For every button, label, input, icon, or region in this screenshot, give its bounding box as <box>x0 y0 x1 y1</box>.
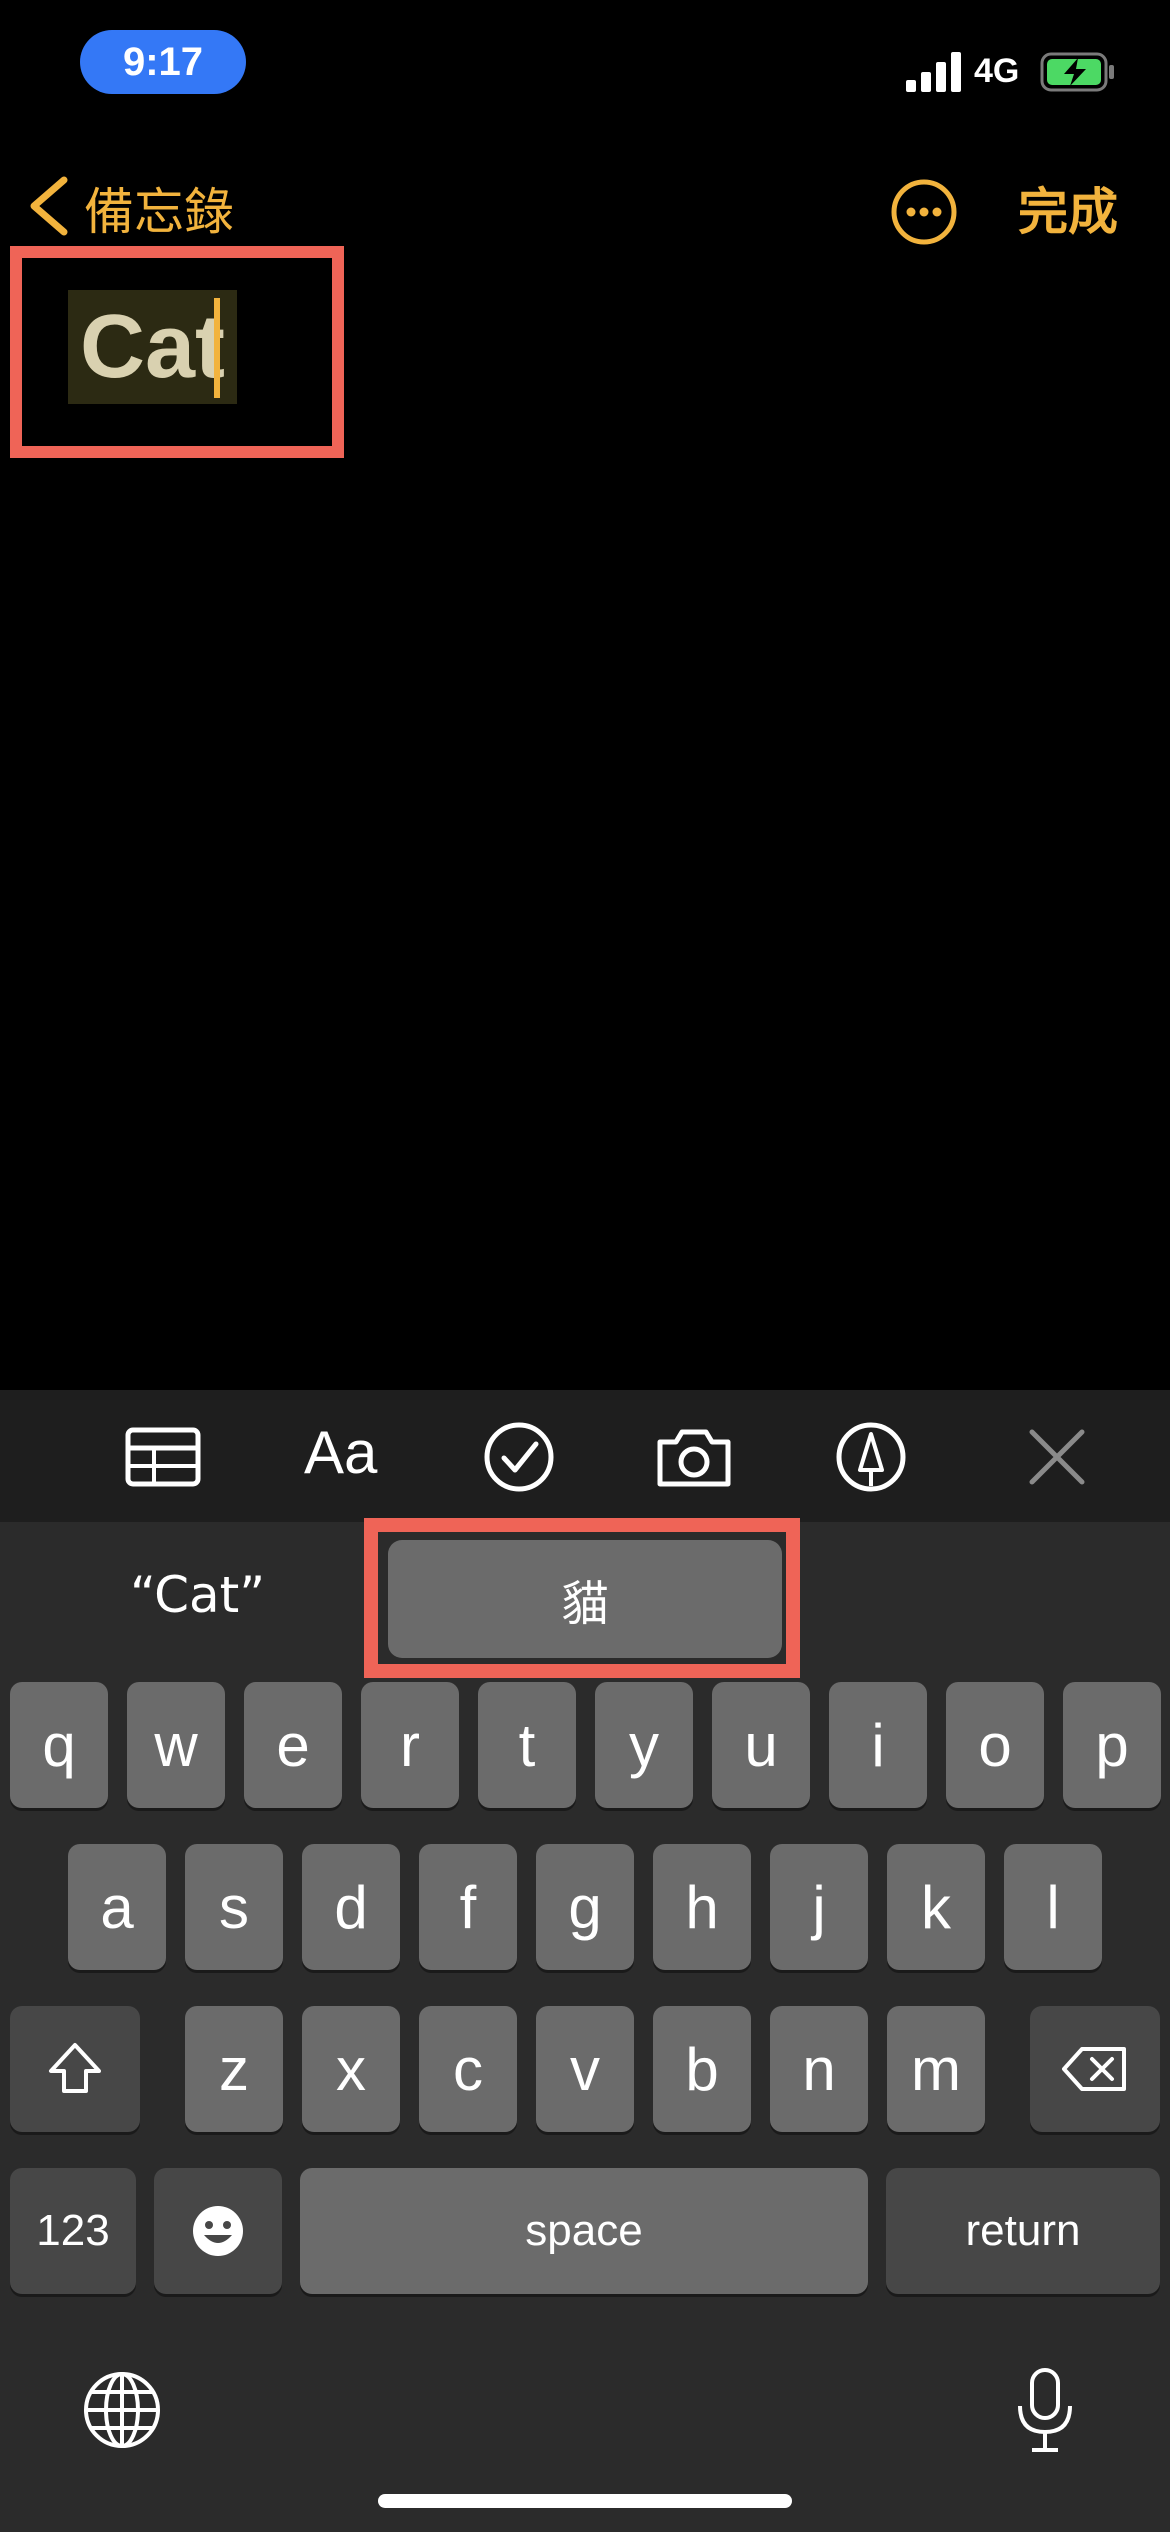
key-n[interactable]: n <box>770 2006 868 2132</box>
key-l[interactable]: l <box>1004 1844 1102 1970</box>
suggestion-literal[interactable]: “Cat” <box>130 1566 265 1624</box>
key-r[interactable]: r <box>361 1682 459 1808</box>
key-t[interactable]: t <box>478 1682 576 1808</box>
key-v[interactable]: v <box>536 2006 634 2132</box>
shift-key[interactable] <box>10 2006 140 2132</box>
cellular-signal-icon <box>906 52 961 92</box>
status-time: 9:17 <box>80 30 246 94</box>
key-o[interactable]: o <box>946 1682 1044 1808</box>
backspace-icon <box>1062 2047 1126 2091</box>
key-f[interactable]: f <box>419 1844 517 1970</box>
more-options-icon[interactable] <box>890 178 958 246</box>
emoji-key[interactable] <box>154 2168 282 2294</box>
markup-pen-icon[interactable] <box>834 1420 908 1494</box>
checklist-icon[interactable] <box>482 1420 556 1494</box>
key-p[interactable]: p <box>1063 1682 1161 1808</box>
key-i[interactable]: i <box>829 1682 927 1808</box>
key-k[interactable]: k <box>887 1844 985 1970</box>
table-icon[interactable] <box>124 1420 202 1494</box>
text-format-button[interactable]: Aa <box>304 1418 377 1487</box>
camera-icon[interactable] <box>654 1420 734 1494</box>
return-key[interactable]: return <box>886 2168 1160 2294</box>
annotation-box-suggestion <box>364 1518 800 1678</box>
numbers-key[interactable]: 123 <box>10 2168 136 2294</box>
key-c[interactable]: c <box>419 2006 517 2132</box>
key-m[interactable]: m <box>887 2006 985 2132</box>
globe-icon[interactable] <box>82 2370 162 2450</box>
close-icon[interactable] <box>1020 1420 1094 1494</box>
back-button[interactable]: 備忘錄 <box>84 172 234 244</box>
key-e[interactable]: e <box>244 1682 342 1808</box>
space-key[interactable]: space <box>300 2168 868 2294</box>
emoji-icon <box>193 2206 243 2256</box>
done-button[interactable]: 完成 <box>1018 172 1118 244</box>
key-q[interactable]: q <box>10 1682 108 1808</box>
back-chevron-icon[interactable] <box>20 172 80 240</box>
home-indicator[interactable] <box>378 2494 792 2508</box>
key-j[interactable]: j <box>770 1844 868 1970</box>
shift-icon <box>49 2043 101 2093</box>
key-z[interactable]: z <box>185 2006 283 2132</box>
key-s[interactable]: s <box>185 1844 283 1970</box>
key-x[interactable]: x <box>302 2006 400 2132</box>
battery-charging-icon <box>1040 52 1114 92</box>
key-g[interactable]: g <box>536 1844 634 1970</box>
key-b[interactable]: b <box>653 2006 751 2132</box>
key-h[interactable]: h <box>653 1844 751 1970</box>
key-d[interactable]: d <box>302 1844 400 1970</box>
delete-key[interactable] <box>1030 2006 1160 2132</box>
microphone-icon[interactable] <box>1008 2366 1082 2456</box>
key-y[interactable]: y <box>595 1682 693 1808</box>
key-w[interactable]: w <box>127 1682 225 1808</box>
key-a[interactable]: a <box>68 1844 166 1970</box>
annotation-box-note <box>10 246 344 458</box>
key-u[interactable]: u <box>712 1682 810 1808</box>
network-type: 4G <box>974 52 1020 90</box>
